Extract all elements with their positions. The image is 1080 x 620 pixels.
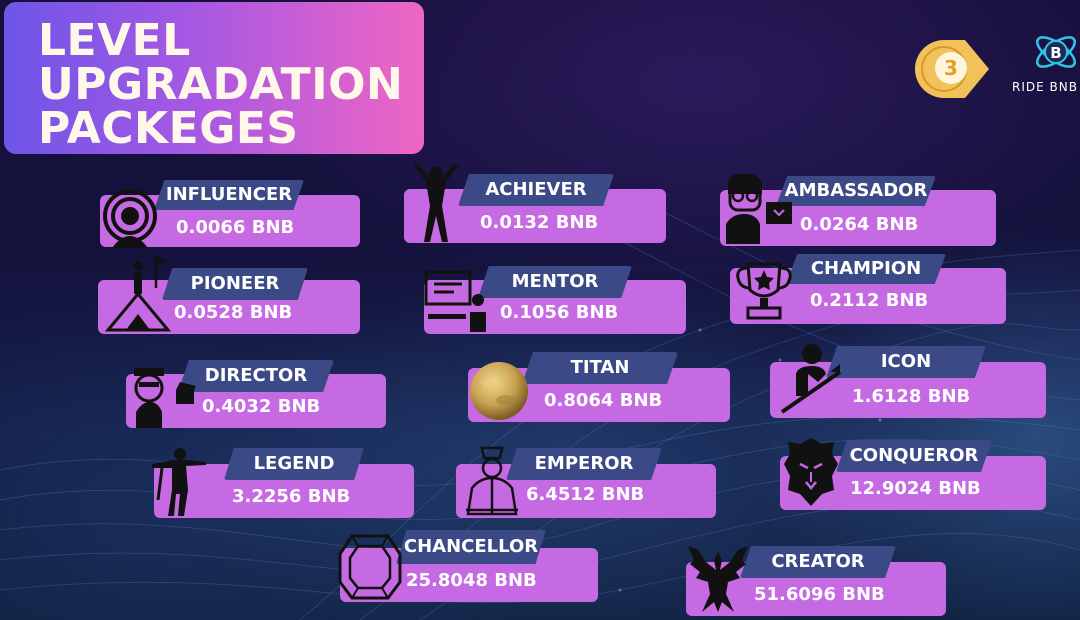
package-name: EMPEROR (506, 448, 662, 480)
package-name: PIONEER (162, 268, 308, 300)
package-card-emperor: EMPEROR 6.4512 BNB (456, 446, 716, 518)
pioneer-flag-mountain-icon (104, 256, 172, 332)
achiever-figure-icon (414, 164, 458, 242)
title-panel: LEVEL UPGRADATION PACKEGES (4, 2, 424, 154)
package-card-chancellor: CHANCELLOR 25.8048 BNB (338, 530, 598, 602)
ambassador-person-icon (726, 173, 792, 244)
package-card-champion: CHAMPION 0.2112 BNB (730, 254, 1006, 324)
title-line-2: UPGRADATION (38, 59, 404, 110)
package-price: 25.8048 BNB (406, 570, 537, 591)
package-name: LEGEND (224, 448, 364, 480)
package-card-mentor: MENTOR 0.1056 BNB (424, 266, 686, 334)
conqueror-lion-icon (784, 438, 838, 506)
emperor-crown-icon (466, 446, 518, 516)
package-card-conqueror: CONQUEROR 12.9024 BNB (780, 438, 1046, 510)
package-card-creator: CREATOR 51.6096 BNB (686, 546, 946, 616)
package-name: CONQUEROR (836, 440, 992, 472)
package-name: AMBASSADOR (776, 176, 936, 206)
brand-atom-icon: B (1036, 36, 1076, 68)
brand-logo: B RIDE BNB (1012, 28, 1080, 100)
package-card-influencer: INFLUENCER 0.0066 BNB (98, 180, 360, 248)
icon-growth-arrow-icon (780, 344, 842, 414)
champion-trophy-icon (736, 262, 792, 320)
page-number-badge: 3 (913, 38, 989, 100)
creator-phoenix-icon (688, 546, 748, 612)
influencer-broadcast-icon (103, 189, 157, 248)
director-clapper-icon (134, 368, 196, 428)
package-name: MENTOR (478, 266, 632, 298)
brand-name: RIDE BNB (1012, 80, 1078, 94)
package-card-titan: TITAN 0.8064 BNB (468, 352, 730, 422)
package-name: INFLUENCER (154, 180, 304, 210)
package-price: 0.1056 BNB (500, 302, 619, 323)
package-name: TITAN (522, 352, 678, 384)
package-price: 0.4032 BNB (202, 396, 321, 417)
package-price: 0.0264 BNB (800, 214, 919, 235)
page-number: 3 (944, 56, 958, 80)
package-price: 51.6096 BNB (754, 584, 885, 605)
brand-letter: B (1050, 44, 1061, 62)
package-price: 0.2112 BNB (810, 290, 929, 311)
package-card-icon: ICON 1.6128 BNB (770, 344, 1046, 418)
package-price: 0.0066 BNB (176, 217, 295, 238)
package-name: DIRECTOR (178, 360, 334, 392)
package-card-director: DIRECTOR 0.4032 BNB (126, 360, 386, 428)
title-line-3: PACKEGES (38, 103, 299, 154)
package-price: 6.4512 BNB (526, 484, 645, 505)
package-name: ICON (826, 346, 986, 378)
package-card-legend: LEGEND 3.2256 BNB (152, 448, 414, 518)
legend-warrior-icon (152, 448, 206, 516)
package-price: 3.2256 BNB (232, 486, 351, 507)
package-price: 0.0528 BNB (174, 302, 293, 323)
titan-planet-icon (470, 362, 528, 420)
package-card-achiever: ACHIEVER 0.0132 BNB (404, 164, 666, 244)
package-card-ambassador: AMBASSADOR 0.0264 BNB (720, 173, 996, 246)
chancellor-gem-icon (338, 534, 402, 600)
package-name: CHANCELLOR (396, 530, 546, 564)
package-price: 1.6128 BNB (852, 386, 971, 407)
package-name: CREATOR (740, 546, 896, 578)
package-card-pioneer: PIONEER 0.0528 BNB (98, 256, 360, 334)
package-price: 12.9024 BNB (850, 478, 981, 499)
package-name: CHAMPION (786, 254, 946, 284)
title-line-1: LEVEL (38, 15, 191, 66)
package-name: ACHIEVER (458, 174, 614, 206)
package-price: 0.8064 BNB (544, 390, 663, 411)
mentor-presentation-icon (424, 270, 486, 332)
package-price: 0.0132 BNB (480, 212, 599, 233)
